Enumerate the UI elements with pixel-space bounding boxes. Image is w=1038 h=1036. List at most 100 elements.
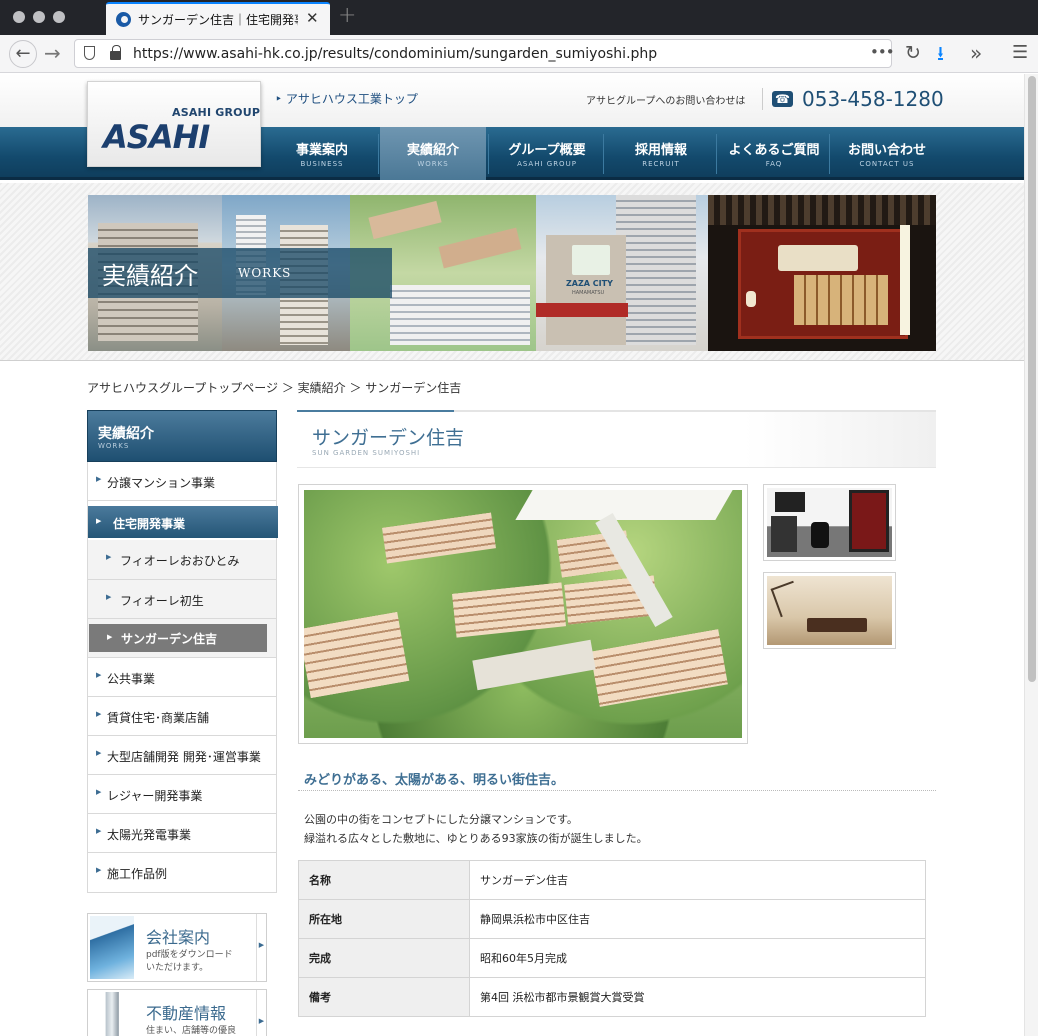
site-logo[interactable]: ASAHI GROUP ASAHI [87,81,261,167]
tab-title: サンガーデン住吉｜住宅開発事業 [138,13,298,27]
arrow-icon: ▶ [96,671,102,679]
phone-number[interactable]: 053-458-1280 [802,87,944,111]
table-key: 完成 [298,938,470,978]
main-photo[interactable] [298,484,748,744]
nav-recruit[interactable]: 採用情報 RECRUIT [605,127,717,180]
breadcrumb[interactable]: アサヒハウスグループトップページ ＞ 実績紹介 ＞ サンガーデン住吉 [87,379,461,396]
sidebar-item-rental[interactable]: ▶ 賃貸住宅･商業店舗 [88,697,276,736]
sidebar-heading: 実績紹介 WORKS [87,410,277,462]
sidebar-item-fiore-hatsuoi[interactable]: ▶ フィオーレ初生 [88,580,276,619]
hero-photo-zaza-city: ZAZA CITY HAMAMATSU [536,195,708,351]
sidebar-heading-label: 実績紹介 [98,426,154,442]
browser-tab[interactable]: サンガーデン住吉｜住宅開発事業 ✕ [106,2,330,35]
page-title: サンガーデン住吉 [312,427,465,449]
table-value: 静岡県浜松市中区住吉 [469,899,926,939]
nav-separator [603,134,604,174]
logo-name: ASAHI [103,118,210,156]
nav-contact[interactable]: お問い合わせ CONTACT US [831,127,943,180]
nav-separator [488,134,489,174]
arrow-icon: ▶ [256,990,266,1036]
sidebar-item-label: 施工作品例 [107,867,168,881]
window-minimize-dot[interactable] [33,11,45,23]
sidebar-item-condominium[interactable]: ▶ 分譲マンション事業 [88,462,276,501]
nav-separator [378,134,379,174]
nav-works[interactable]: 実績紹介 WORKS [380,127,486,180]
sidebar-item-sungarden-sumiyoshi[interactable]: ▶ サンガーデン住吉 [89,624,267,652]
sidebar-item-label: サンガーデン住吉 [121,632,218,646]
nav-sublabel: CONTACT US [859,160,915,168]
top-link[interactable]: ‣ アサヒハウス工業トップ [275,90,418,107]
hero-title: 実績紹介 [102,262,198,290]
window-close-dot[interactable] [13,11,25,23]
hero-subtitle: WORKS [238,266,292,280]
tower-image [90,992,134,1036]
table-row: 備考 第4回 浜松市都市景観賞大賞受賞 [298,977,926,1017]
hero-sign-small: HAMAMATSU [572,290,605,296]
reload-button[interactable]: ↻ [905,42,921,64]
sidebar-item-leisure[interactable]: ▶ レジャー開発事業 [88,775,276,814]
sidebar-item-examples[interactable]: ▶ 施工作品例 [88,853,276,892]
nav-sublabel: WORKS [417,160,449,168]
banner-title: 不動産情報 [146,1004,227,1023]
lock-icon[interactable] [110,45,121,60]
tagline: みどりがある、太陽がある、明るい街住吉。 [304,773,565,788]
page-actions-icon[interactable]: ••• [870,43,895,61]
company-profile-banner[interactable]: 会社案内 pdf版をダウンロード いただけます。 ▶ [87,913,267,982]
sidebar-subitem-wrap: ▶ サンガーデン住吉 [88,619,276,658]
overflow-chevron-icon[interactable]: » [970,42,982,64]
shield-icon[interactable] [84,46,95,60]
nav-separator [716,134,717,174]
nav-label: よくあるご質問 [728,143,820,158]
url-text[interactable]: https://www.asahi-hk.co.jp/results/condo… [133,46,657,62]
nav-separator [829,134,830,174]
nav-sublabel: ASAHI GROUP [517,160,577,168]
interior-office-image [767,488,892,557]
close-tab-icon[interactable]: ✕ [306,9,319,27]
divider [762,88,763,110]
nav-faq[interactable]: よくあるご質問 FAQ [718,127,830,180]
forward-button[interactable]: → [44,42,61,64]
sidebar-item-fiore-ohitomi[interactable]: ▶ フィオーレおおひとみ [88,540,276,580]
url-bar[interactable]: https://www.asahi-hk.co.jp/results/condo… [74,39,895,68]
aerial-rendering-image [304,490,742,738]
hero-sign-text: ZAZA CITY [566,279,613,288]
scrollbar-thumb[interactable] [1028,76,1036,682]
sidebar-item-public[interactable]: ▶ 公共事業 [88,658,276,697]
table-key: 備考 [298,977,470,1017]
main-heading: サンガーデン住吉 SUN GARDEN SUMIYOSHI [297,410,936,468]
new-tab-icon[interactable]: + [338,3,356,28]
japanese-room-image [767,576,892,645]
top-link-label[interactable]: アサヒハウス工業トップ [286,92,418,106]
sidebar-item-label: レジャー開発事業 [107,789,203,803]
contact-label: アサヒグループへのお問い合わせは [586,96,746,107]
back-button[interactable]: ← [9,40,37,68]
sidebar-item-label: 公共事業 [107,672,156,686]
table-value: 第4回 浜松市都市景観賞大賞受賞 [469,977,926,1017]
description-line-2: 緑溢れる広々とした敷地に、ゆとりある93家族の街が誕生しました。 [304,832,648,845]
sidebar-menu: ▶ 分譲マンション事業 ▶ 住宅開発事業 ▶ フィオーレおおひとみ ▶ フィオーレ初生 … [87,462,278,893]
thumbnail-japanese-room[interactable] [763,572,896,649]
browser-nav-bar: ← → https://www.asahi-hk.co.jp/results/c… [0,35,1038,73]
divider [298,790,936,791]
nav-group[interactable]: グループ概要 ASAHI GROUP [491,127,603,180]
nav-sublabel: RECRUIT [642,160,680,168]
banner-title: 会社案内 [146,928,211,947]
page-scrollbar[interactable] [1024,74,1038,1036]
arrow-icon: ▶ [106,553,112,561]
window-zoom-dot[interactable] [53,11,65,23]
sidebar-item-large-store[interactable]: ▶ 大型店舗開発 開発･運営事業 [88,736,276,775]
hamburger-menu-icon[interactable]: ☰ [1012,42,1028,64]
thumbnail-interior-office[interactable] [763,484,896,561]
sidebar-item-label: フィオーレ初生 [120,594,204,608]
download-icon[interactable]: ⭳ [937,42,944,64]
property-info-table: 名称 サンガーデン住吉 所在地 静岡県浜松市中区住吉 完成 昭和60年5月完成 備考第… [298,860,926,1017]
description-line-1: 公園の中の街をコンセプトにした分譲マンションです。 [304,813,578,826]
nav-business[interactable]: 事業案内 BUSINESS [266,127,378,180]
heading-accent [297,410,454,412]
table-row: 完成 昭和60年5月完成 [298,938,926,978]
sidebar-heading-sublabel: WORKS [98,442,130,450]
banner-desc: pdf版をダウンロード いただけます。 [146,949,233,975]
real-estate-banner[interactable]: 不動産情報 住まい、店舗等の優良 ▶ [87,989,267,1036]
sidebar-item-solar[interactable]: ▶ 太陽光発電事業 [88,814,276,853]
sidebar-item-housing-development[interactable]: ▶ 住宅開発事業 [88,506,278,538]
